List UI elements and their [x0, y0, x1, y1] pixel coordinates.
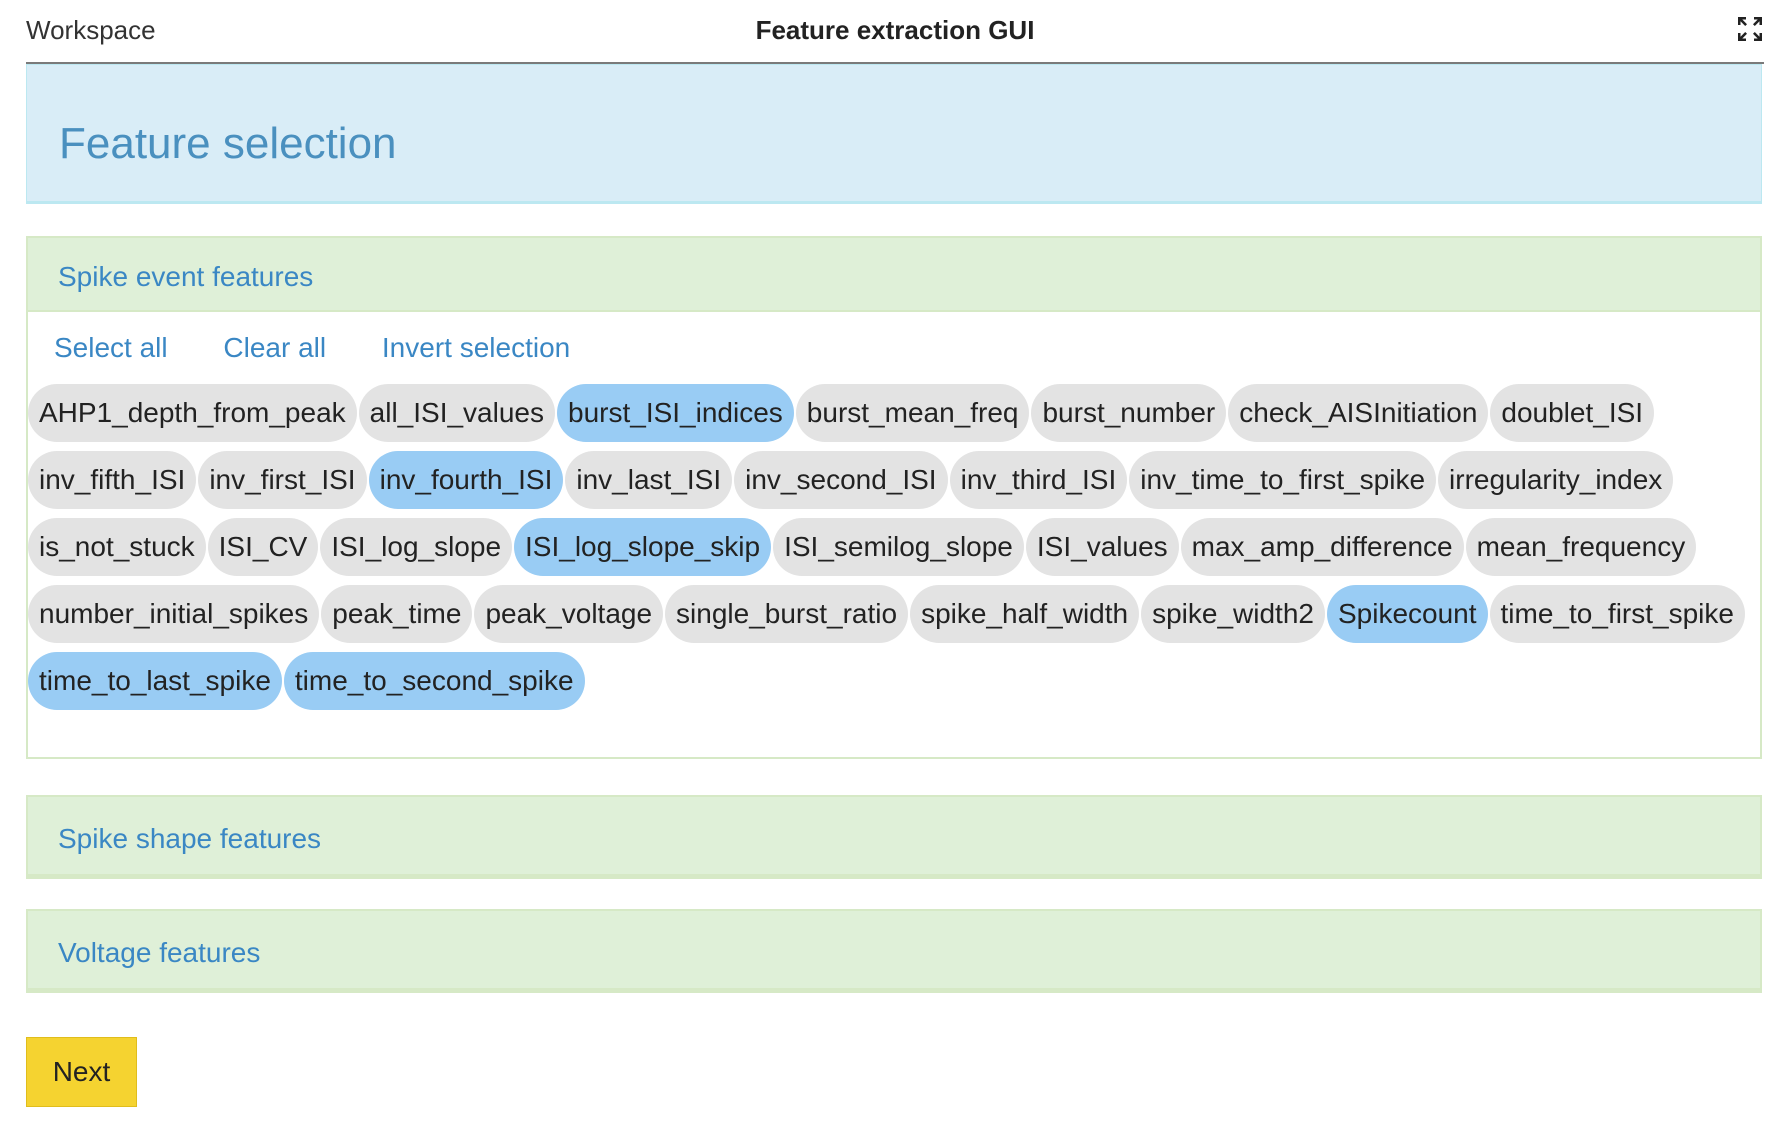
- feature-chip[interactable]: burst_mean_freq: [795, 384, 1030, 442]
- feature-chip[interactable]: inv_second_ISI: [734, 451, 948, 509]
- feature-chip[interactable]: irregularity_index: [1438, 451, 1674, 509]
- clear-all-link[interactable]: Clear all: [223, 332, 326, 363]
- feature-chip[interactable]: all_ISI_values: [358, 384, 555, 442]
- feature-chip[interactable]: ISI_semilog_slope: [773, 518, 1024, 576]
- spike-event-header[interactable]: Spike event features: [28, 238, 1760, 312]
- feature-chip[interactable]: number_initial_spikes: [28, 585, 320, 643]
- feature-chip[interactable]: Spikecount: [1326, 585, 1488, 643]
- feature-chip[interactable]: spike_half_width: [910, 585, 1140, 643]
- feature-chip[interactable]: inv_fifth_ISI: [28, 451, 197, 509]
- spike-shape-header[interactable]: Spike shape features: [28, 797, 1760, 877]
- feature-chip[interactable]: inv_last_ISI: [565, 451, 733, 509]
- feature-chip[interactable]: max_amp_difference: [1180, 518, 1464, 576]
- voltage-section: Voltage features: [26, 909, 1762, 993]
- feature-chip[interactable]: check_AISInitiation: [1228, 384, 1489, 442]
- feature-chip[interactable]: spike_width2: [1141, 585, 1325, 643]
- feature-chip[interactable]: time_to_last_spike: [28, 652, 282, 710]
- feature-chip[interactable]: ISI_log_slope: [320, 518, 513, 576]
- feature-chip[interactable]: time_to_second_spike: [283, 652, 585, 710]
- spike-shape-title: Spike shape features: [58, 823, 322, 854]
- next-button[interactable]: Next: [26, 1037, 137, 1107]
- feature-chip[interactable]: peak_time: [321, 585, 473, 643]
- feature-chip[interactable]: burst_number: [1031, 384, 1227, 442]
- feature-chip-list: AHP1_depth_from_peak all_ISI_values burst_…: [28, 384, 1762, 710]
- feature-chip[interactable]: single_burst_ratio: [665, 585, 909, 643]
- top-bar: Workspace Feature extraction GUI: [26, 0, 1764, 64]
- feature-chip[interactable]: inv_first_ISI: [198, 451, 367, 509]
- select-all-link[interactable]: Select all: [54, 332, 168, 363]
- feature-chip[interactable]: is_not_stuck: [28, 518, 206, 576]
- page-title: Feature selection: [59, 119, 397, 168]
- voltage-header[interactable]: Voltage features: [28, 911, 1760, 991]
- feature-chip[interactable]: ISI_log_slope_skip: [514, 518, 772, 576]
- feature-chip[interactable]: inv_third_ISI: [949, 451, 1128, 509]
- feature-chip[interactable]: inv_time_to_first_spike: [1129, 451, 1437, 509]
- feature-chip[interactable]: ISI_values: [1025, 518, 1179, 576]
- feature-chip[interactable]: peak_voltage: [474, 585, 664, 643]
- feature-chip[interactable]: mean_frequency: [1465, 518, 1697, 576]
- selection-actions: Select all Clear all Invert selection: [54, 332, 618, 364]
- spike-event-title: Spike event features: [58, 261, 314, 292]
- spike-shape-section: Spike shape features: [26, 795, 1762, 879]
- feature-chip[interactable]: ISI_CV: [207, 518, 319, 576]
- voltage-title: Voltage features: [58, 937, 261, 968]
- feature-chip[interactable]: AHP1_depth_from_peak: [28, 384, 357, 442]
- invert-selection-link[interactable]: Invert selection: [382, 332, 570, 363]
- feature-selection-header: Feature selection: [26, 64, 1762, 204]
- fullscreen-icon[interactable]: [1736, 15, 1764, 43]
- feature-chip[interactable]: doublet_ISI: [1490, 384, 1655, 442]
- spike-event-section: Spike event features Select all Clear al…: [26, 236, 1762, 759]
- feature-chip[interactable]: inv_fourth_ISI: [368, 451, 564, 509]
- feature-chip[interactable]: burst_ISI_indices: [557, 384, 794, 442]
- app-title: Feature extraction GUI: [755, 15, 1035, 45]
- spike-event-body: Select all Clear all Invert selection AH…: [28, 312, 1760, 757]
- feature-chip[interactable]: time_to_first_spike: [1489, 585, 1745, 643]
